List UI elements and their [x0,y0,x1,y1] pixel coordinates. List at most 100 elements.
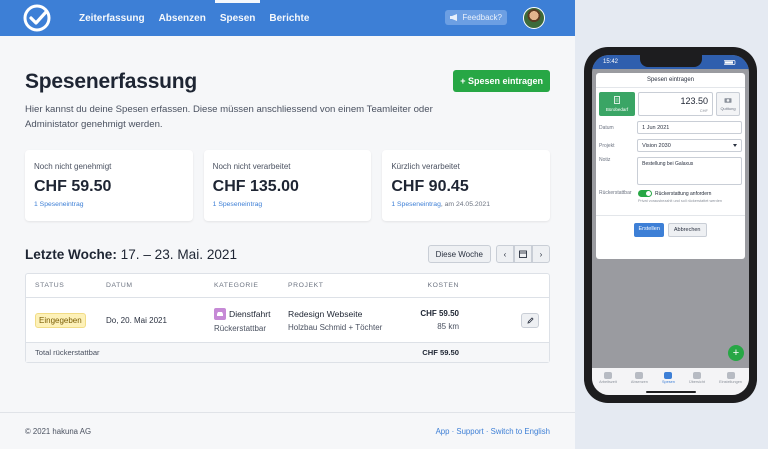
footer-links[interactable]: App · Support · Switch to English [436,427,550,436]
nav-item-zeiterfassung[interactable]: Zeiterfassung [72,0,152,36]
card-value: CHF 59.50 [34,178,112,195]
home-indicator [645,391,696,393]
summary-cards: Noch nicht genehmigt CHF 59.50 1 Spesene… [25,150,551,221]
card-label: Kürzlich verarbeitet [391,162,460,171]
refund-label: Rückerstattbar [599,190,632,196]
desktop-app: Zeiterfassung Absenzen Spesen Berichte F… [0,0,575,449]
row-cost: CHF 59.50 85 km [420,309,459,331]
refund-toggle[interactable] [638,190,652,197]
tab-uebersicht[interactable]: Übersicht [689,372,705,384]
create-button[interactable]: Erstellen [634,223,664,237]
feedback-button[interactable]: Feedback? [445,10,507,25]
calendar-icon [635,372,644,379]
nav-item-absenzen[interactable]: Absenzen [152,0,213,36]
add-expense-button[interactable]: + Spesen eintragen [453,70,550,92]
expenses-table: STATUS DATUM KATEGORIE PROJEKT KOSTEN Ei… [25,273,550,363]
card-link[interactable]: 1 Speseneintrag [34,201,84,208]
chevron-right-icon: › [539,249,543,259]
card-label: Noch nicht genehmigt [34,162,112,171]
note-label: Notiz [599,157,611,163]
clock-icon [603,372,612,379]
week-prefix: Letzte Woche: [25,246,117,262]
user-avatar[interactable] [523,7,545,29]
cost-amount: CHF 59.50 [420,309,459,318]
tab-label: Arbeitszeit [599,380,617,384]
activity-icon [692,372,701,379]
category-sub: Rückerstattbar [214,323,267,333]
amount-currency: CHF [699,108,708,113]
card-label: Noch nicht verarbeitet [212,162,291,171]
refund-help: Privat vorausbezahlt und soll rückerstat… [638,199,722,203]
gear-icon [726,372,735,379]
card-value: CHF 90.45 [391,178,469,195]
main-nav: Zeiterfassung Absenzen Spesen Berichte [72,0,316,36]
edit-row-button[interactable] [521,312,539,328]
card-link[interactable]: 1 Speseneintrag [391,201,441,208]
receipt-label: Quittung [720,106,736,111]
cost-distance: 85 km [437,322,459,331]
phone-mockup: 15:42 Spesen eintragen Bürobedarf 123.50… [584,47,757,403]
note-textarea[interactable]: Bestellung bei Galaxus [637,157,742,185]
money-icon [664,372,673,379]
calendar-icon [519,250,527,258]
status-badge: Eingegeben [35,312,86,328]
header-date: DATUM [106,282,133,289]
tab-label: Spesen [661,380,675,384]
page-footer: © 2021 hakuna AG App · Support · Switch … [0,412,575,449]
category-name: Dienstfahrt [229,308,271,319]
project-select[interactable]: Vision 2030 [637,139,742,152]
page-intro: Hier kannst du deine Spesen erfassen. Di… [25,104,433,130]
phone-time: 15:42 [603,59,619,65]
tab-arbeitszeit[interactable]: Arbeitszeit [599,372,617,384]
summary-card-recently-processed: Kürzlich verarbeitet CHF 90.45 1 Spesene… [382,150,551,221]
chevron-down-icon [733,144,737,147]
tab-spesen[interactable]: Spesen [662,372,675,384]
card-link[interactable]: 1 Speseneintrag [213,201,263,208]
row-project: Redesign Webseite Holzbau Schmid + Töcht… [288,309,382,332]
hakuna-logo-icon[interactable] [22,3,52,33]
card-link-suffix: , am 24.05.2021 [440,201,490,208]
header-status: STATUS [35,282,65,289]
date-value: 1 Jun 2021 [642,124,670,131]
expense-type-label: Bürobedarf [605,107,629,112]
header-cost: KOSTEN [427,282,459,289]
phone-tab-bar: Arbeitszeit Absenzen Spesen Übersicht Ei… [592,368,749,395]
calendar-button[interactable] [514,245,532,263]
modal-title: Spesen eintragen [596,73,745,88]
tab-einstellungen[interactable]: Einstellungen [719,372,742,384]
copyright: © 2021 hakuna AG [25,426,92,436]
summary-card-not-approved: Noch nicht genehmigt CHF 59.50 1 Spesene… [25,150,193,221]
prev-week-button[interactable]: ‹ [496,245,514,263]
footer-total-label: Total rückerstattbar [35,348,100,357]
tab-label: Einstellungen [719,380,742,384]
nav-item-berichte[interactable]: Berichte [262,0,316,36]
summary-card-not-processed: Noch nicht verarbeitet CHF 135.00 1 Spes… [203,150,372,221]
top-navigation-bar: Zeiterfassung Absenzen Spesen Berichte F… [0,0,575,36]
document-icon [614,96,620,104]
note-value: Bestellung bei Galaxus [642,161,694,167]
table-row[interactable]: Eingegeben Do, 20. Mai 2021 Dienstfahrt … [26,298,549,343]
cancel-button[interactable]: Abbrechen [667,223,707,237]
amount-value: 123.50 [680,96,708,106]
feedback-label: Feedback? [462,13,502,22]
date-input[interactable]: 1 Jun 2021 [637,121,742,134]
next-week-button[interactable]: › [532,245,550,263]
project-label: Projekt [599,142,615,149]
expense-type-button[interactable]: Bürobedarf [599,92,635,116]
nav-item-spesen[interactable]: Spesen [213,0,263,36]
project-value: Vision 2030 [642,142,671,149]
pencil-icon [526,316,534,324]
this-week-button[interactable]: Diese Woche [427,245,491,263]
refund-toggle-label: Rückerstattung anfordern [655,190,712,197]
tab-absenzen[interactable]: Absenzen [631,372,648,384]
receipt-button[interactable]: Quittung [716,92,740,116]
add-fab-button[interactable]: + [728,345,744,361]
week-controls: Diese Woche ‹ › [427,245,550,263]
card-value: CHF 135.00 [212,178,299,195]
row-category: Dienstfahrt Rückerstattbar [214,307,271,333]
chevron-left-icon: ‹ [503,249,507,259]
week-header: Letzte Woche: 17. – 23. Mai. 2021 Diese … [25,245,550,263]
tab-label: Übersicht [688,380,705,384]
tab-label: Absenzen [630,380,648,384]
amount-input[interactable]: 123.50 CHF [638,92,713,116]
